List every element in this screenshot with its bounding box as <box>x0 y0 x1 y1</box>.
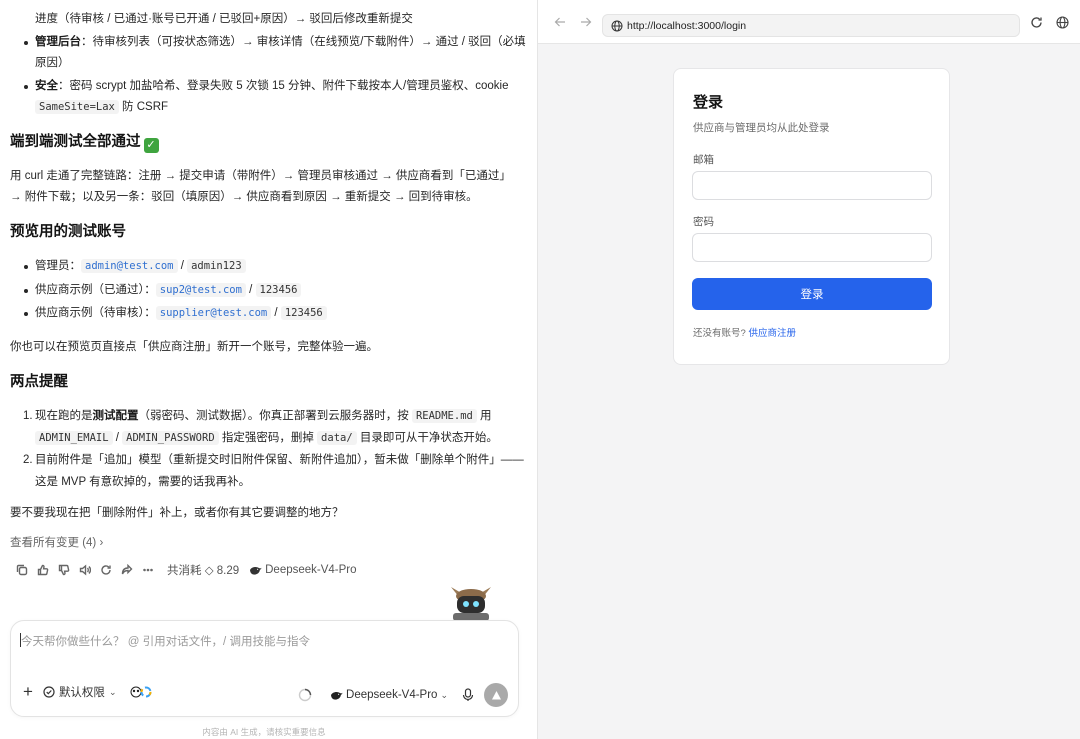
accounts-note: 你也可以在预览页直接点「供应商注册」新开一个账号，完整体验一遍。 <box>10 341 378 353</box>
list-item: 1. 现在跑的是测试配置（弱密码、测试数据）。你真正部署到云服务器时，按 READ… <box>23 409 498 445</box>
forward-icon[interactable] <box>579 15 593 29</box>
url-text[interactable]: http://localhost:3000/login <box>627 20 746 32</box>
loading-spinner-icon <box>298 688 312 702</box>
email-link[interactable]: sup2@test.com <box>155 282 246 297</box>
chat-composer[interactable]: 今天帮你做些什么？ @ 引用对话文件，/ 调用技能与指令 + 默认权限 ⌄ De… <box>10 620 519 717</box>
add-icon[interactable]: + <box>23 683 33 700</box>
globe-icon[interactable] <box>1055 15 1069 29</box>
password-code: 123456 <box>255 282 302 297</box>
heading-tips: 两点提醒 <box>10 374 68 390</box>
inline-code: README.md <box>411 409 477 423</box>
speaker-icon[interactable] <box>75 562 95 578</box>
browser-toolbar: http://localhost:3000/login <box>538 0 1080 44</box>
bold-label: 管理后台 <box>35 36 81 48</box>
whale-icon <box>250 566 262 575</box>
chat-panel: 进度（待审核 / 已通过·账号已开通 / 已驳回+原因）→ 驳回后修改重新提交 … <box>0 0 537 739</box>
thumbs-down-icon[interactable] <box>54 562 74 578</box>
e2e-paragraph: 用 curl 走通了完整链路：注册 → 提交申请（带附件）→ 管理员审核通过 →… <box>10 170 511 203</box>
register-prompt: 还没有账号? 供应商注册 <box>693 328 796 339</box>
microphone-icon[interactable] <box>462 688 474 702</box>
login-card: 登录 供应商与管理员均从此处登录 邮箱 密码 登录 还没有账号? 供应商注册 <box>673 68 950 365</box>
list-item: 管理员： admin@test.com / admin123 <box>24 256 529 277</box>
whale-icon <box>331 691 343 700</box>
model-selector[interactable]: Deepseek-V4-Pro ⌄ <box>330 689 448 701</box>
check-icon: ✓ <box>143 138 159 153</box>
register-link[interactable]: 供应商注册 <box>748 328 796 339</box>
heading-accounts: 预览用的测试账号 <box>10 224 126 240</box>
permission-dropdown[interactable]: 默认权限 ⌄ <box>43 684 116 700</box>
share-icon[interactable] <box>117 562 137 578</box>
arrow-up-icon <box>491 690 501 699</box>
login-subtitle: 供应商与管理员均从此处登录 <box>693 122 830 134</box>
login-button[interactable]: 登录 <box>692 278 932 310</box>
robot-mascot-icon <box>451 587 491 621</box>
address-bar[interactable]: http://localhost:3000/login <box>602 14 1020 37</box>
list-item: 管理后台：待审核列表（可按状态筛选）→ 审核详情（在线预览/下载附件）→ 通过 … <box>24 32 529 74</box>
list-item: 供应商示例（待审核）： supplier@test.com / 123456 <box>24 303 529 324</box>
more-icon[interactable] <box>138 562 158 578</box>
inline-code: SameSite=Lax <box>35 100 119 114</box>
cost-text: 共消耗 ◇ 8.29 <box>167 565 240 577</box>
inline-code: ADMIN_EMAIL <box>35 430 113 445</box>
composer-right-tools: Deepseek-V4-Pro ⌄ <box>298 683 508 707</box>
bold-label: 安全 <box>35 80 58 92</box>
list-text: 防 CSRF <box>118 101 169 113</box>
email-field[interactable] <box>692 171 932 200</box>
check-circle-icon <box>43 686 55 698</box>
inline-code: data/ <box>317 430 357 445</box>
message-actions: 共消耗 ◇ 8.29 Deepseek-V4-Pro <box>12 562 357 578</box>
model-tag: Deepseek-V4-Pro <box>249 564 357 576</box>
password-code: admin123 <box>187 259 246 273</box>
email-label: 邮箱 <box>693 154 714 166</box>
reload-icon[interactable] <box>1029 15 1043 29</box>
list-text: ：密码 scrypt 加盐哈希、登录失败 5 次锁 15 分钟、附件下载按本人/… <box>58 80 509 92</box>
thumbs-up-icon[interactable] <box>33 562 53 578</box>
password-label: 密码 <box>693 216 714 228</box>
password-code: 123456 <box>280 306 327 320</box>
view-changes-link[interactable]: 查看所有变更 (4) › <box>10 534 103 550</box>
progress-line: 进度（待审核 / 已通过·账号已开通 / 已驳回+原因）→ 驳回后修改重新提交 <box>35 13 413 25</box>
composer-left-tools: + 默认权限 ⌄ <box>23 683 152 700</box>
email-link[interactable]: supplier@test.com <box>155 306 272 320</box>
feature-list: 管理后台：待审核列表（可按状态筛选）→ 审核详情（在线预览/下载附件）→ 通过 … <box>24 32 529 118</box>
chat-messages: 进度（待审核 / 已通过·账号已开通 / 已驳回+原因）→ 驳回后修改重新提交 … <box>0 0 537 600</box>
heading-e2e: 端到端测试全部通过 ✓ <box>10 132 159 153</box>
back-icon[interactable] <box>553 15 567 29</box>
usage-meta: 共消耗 ◇ 8.29 Deepseek-V4-Pro <box>167 562 357 578</box>
list-text: ：待审核列表（可按状态筛选）→ 审核详情（在线预览/下载附件）→ 通过 / 驳回… <box>35 36 526 69</box>
list-item: 安全：密码 scrypt 加盐哈希、登录失败 5 次锁 15 分钟、附件下载按本… <box>24 76 529 118</box>
copy-icon[interactable] <box>12 562 32 578</box>
login-title: 登录 <box>693 94 724 111</box>
tips-list: 1. 现在跑的是测试配置（弱密码、测试数据）。你真正部署到云服务器时，按 READ… <box>23 406 528 493</box>
password-field[interactable] <box>692 233 932 262</box>
panda-icon[interactable] <box>130 685 152 699</box>
ai-disclaimer: 内容由 AI 生成，请核实重要信息 <box>202 727 326 737</box>
list-item: 供应商示例（已通过）： sup2@test.com / 123456 <box>24 280 529 301</box>
composer-placeholder[interactable]: 今天帮你做些什么？ @ 引用对话文件，/ 调用技能与指令 <box>21 633 310 649</box>
question-text: 要不要我现在把「删除附件」补上，或者你有其它要调整的地方？ <box>10 507 344 519</box>
globe-icon <box>611 20 623 31</box>
send-button[interactable] <box>484 683 508 707</box>
inline-code: ADMIN_PASSWORD <box>122 430 219 445</box>
browser-preview: http://localhost:3000/login 登录 供应商与管理员均从… <box>537 0 1080 739</box>
email-link[interactable]: admin@test.com <box>81 259 178 273</box>
regenerate-icon[interactable] <box>96 562 116 578</box>
account-list: 管理员： admin@test.com / admin123 供应商示例（已通过）… <box>24 256 529 324</box>
list-item: 2. 目前附件是「追加」模型（重新提交时旧附件保留、新附件追加），暂未做「删除单个… <box>23 454 524 488</box>
